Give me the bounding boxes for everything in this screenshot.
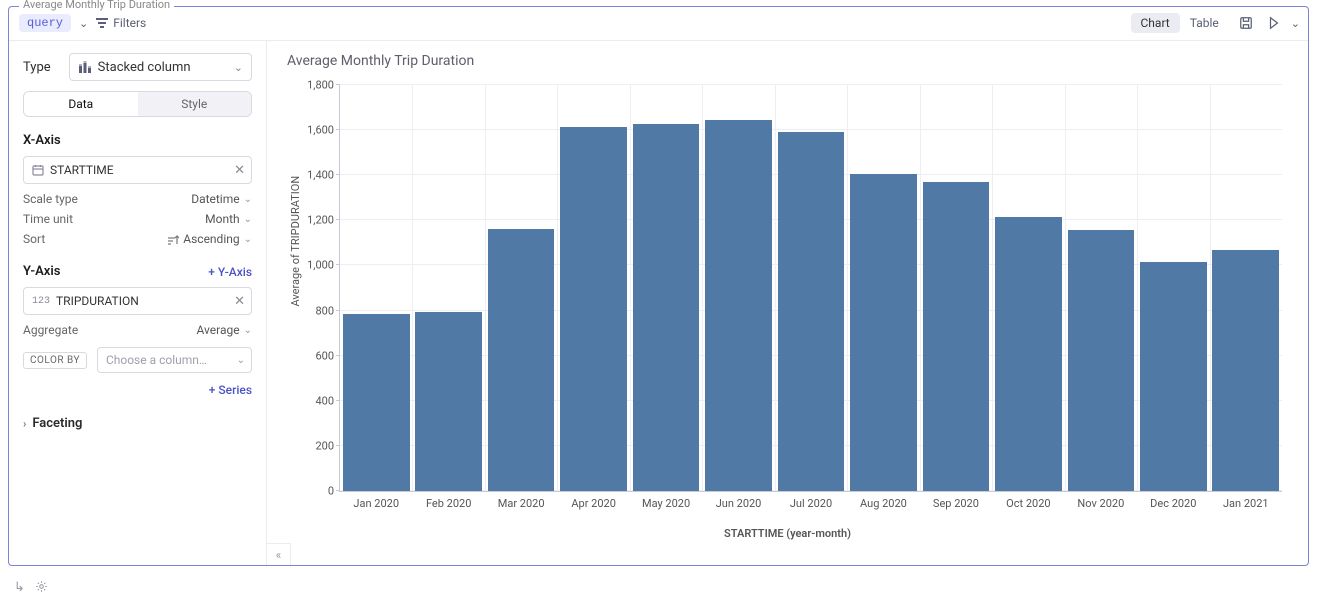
x-tick-label: Jun 2020 [716,497,762,510]
type-label: Type [23,60,51,75]
view-table-button[interactable]: Table [1180,13,1229,33]
x-tick-label: Sep 2020 [933,497,979,510]
bar[interactable] [415,312,482,491]
bar[interactable] [633,124,700,491]
x-tick-label: Jan 2020 [353,497,399,510]
y-tick-label: 1,600 [307,124,334,137]
xaxis-field-value: STARTTIME [50,163,114,177]
bar[interactable] [995,217,1062,491]
config-panel: Type Stacked column ⌄ [9,41,267,565]
yaxis-field-value: TRIPDURATION [56,294,139,308]
remove-yaxis-field-icon[interactable]: ✕ [234,294,245,309]
bar[interactable] [1068,230,1135,491]
faceting-label: Faceting [32,416,82,431]
color-by-select[interactable]: Choose a column… ⌄ [97,347,252,373]
query-source-dropdown-icon[interactable]: ⌄ [79,17,88,30]
yaxis-section-title: Y-Axis + Y-Axis [23,264,252,279]
time-unit-label: Time unit [23,212,73,226]
y-tick-label: 0 [328,485,334,498]
bar[interactable] [705,120,772,491]
run-button[interactable] [1263,12,1285,34]
sort-select[interactable]: Ascending ⌄ [167,232,252,246]
x-tick-label: Apr 2020 [571,497,616,510]
add-cell-below-icon[interactable]: ↳ [14,580,25,597]
aggregate-label: Aggregate [23,323,78,337]
cell-settings-icon[interactable] [35,580,48,597]
x-tick-label: Dec 2020 [1150,497,1196,510]
color-by-label: COLOR BY [23,352,87,369]
chart-type-select[interactable]: Stacked column ⌄ [69,53,252,81]
y-axis-label: Average of TRIPDURATION [289,175,302,306]
sort-ascending-icon [167,234,179,244]
chart-cell: Average Monthly Trip Duration query ⌄ Fi… [8,6,1309,566]
y-tick-label: 200 [315,439,334,452]
add-series-button[interactable]: + Series [209,383,252,397]
y-tick-label: 1,400 [307,169,334,182]
x-tick-label: Aug 2020 [860,497,907,510]
chevron-down-icon: ⌄ [244,214,252,225]
calendar-icon [32,164,44,176]
chart-type-value: Stacked column [98,60,191,75]
query-source-chip[interactable]: query [19,14,71,32]
filters-button[interactable]: Filters [96,16,146,30]
filters-label: Filters [113,16,146,30]
y-tick-label: 1,200 [307,214,334,227]
color-by-placeholder: Choose a column… [106,353,207,367]
chart-area: Average Monthly Trip Duration Average of… [267,41,1308,565]
chevron-down-icon: ⌄ [244,325,252,336]
remove-xaxis-field-icon[interactable]: ✕ [234,163,245,178]
view-chart-button[interactable]: Chart [1131,13,1180,33]
chart-title: Average Monthly Trip Duration [287,53,1292,69]
chevron-down-icon: ⌄ [244,234,252,245]
run-menu-chevron-icon[interactable]: ⌄ [1291,17,1300,30]
x-tick-label: Jul 2020 [790,497,832,510]
x-tick-label: Jan 2021 [1223,497,1269,510]
scale-type-label: Scale type [23,192,78,206]
sort-label: Sort [23,232,45,246]
bar[interactable] [1212,250,1279,491]
tab-style[interactable]: Style [138,92,252,116]
x-tick-label: Feb 2020 [426,497,471,510]
config-tabs: Data Style [23,91,252,117]
x-axis-label: STARTTIME (year-month) [724,527,851,540]
x-tick-label: May 2020 [642,497,690,510]
filter-icon [96,18,108,28]
cell-footer: ↳ [14,580,48,597]
x-tick-label: Nov 2020 [1077,497,1124,510]
bar[interactable] [488,229,555,491]
chevron-down-icon: ⌄ [244,194,252,205]
save-icon[interactable] [1235,12,1257,34]
y-tick-label: 800 [315,304,334,317]
xaxis-section-title: X-Axis [23,133,252,148]
x-tick-label: Mar 2020 [498,497,545,510]
y-tick-label: 400 [315,394,334,407]
bar[interactable] [560,127,627,491]
chevron-down-icon: ⌄ [237,355,245,366]
bar[interactable] [923,182,990,491]
faceting-section-toggle[interactable]: › Faceting [23,416,252,431]
scale-type-select[interactable]: Datetime ⌄ [191,192,252,206]
yaxis-field-pill[interactable]: 123 TRIPDURATION ✕ [23,287,252,315]
view-toggle: Chart Table [1131,13,1229,33]
stacked-column-icon [78,61,92,73]
add-yaxis-button[interactable]: + Y-Axis [208,265,252,279]
x-tick-label: Oct 2020 [1006,497,1050,510]
xaxis-field-pill[interactable]: STARTTIME ✕ [23,156,252,184]
bar[interactable] [850,174,917,491]
cell-toolbar: query ⌄ Filters Chart Table ⌄ [9,7,1308,41]
y-tick-label: 1,800 [307,79,334,92]
bar[interactable] [778,132,845,491]
chevron-down-icon: ⌄ [234,61,243,74]
tab-data[interactable]: Data [24,92,138,116]
time-unit-select[interactable]: Month ⌄ [205,212,252,226]
y-tick-label: 1,000 [307,259,334,272]
y-tick-label: 600 [315,349,334,362]
bar[interactable] [343,314,410,491]
collapse-panel-button[interactable]: « [267,543,291,565]
bar[interactable] [1140,262,1207,491]
aggregate-select[interactable]: Average ⌄ [197,323,253,337]
numeric-icon: 123 [32,296,50,307]
chart-plot: 02004006008001,0001,2001,4001,6001,800Ja… [339,85,1282,492]
chevron-right-icon: › [23,417,26,430]
